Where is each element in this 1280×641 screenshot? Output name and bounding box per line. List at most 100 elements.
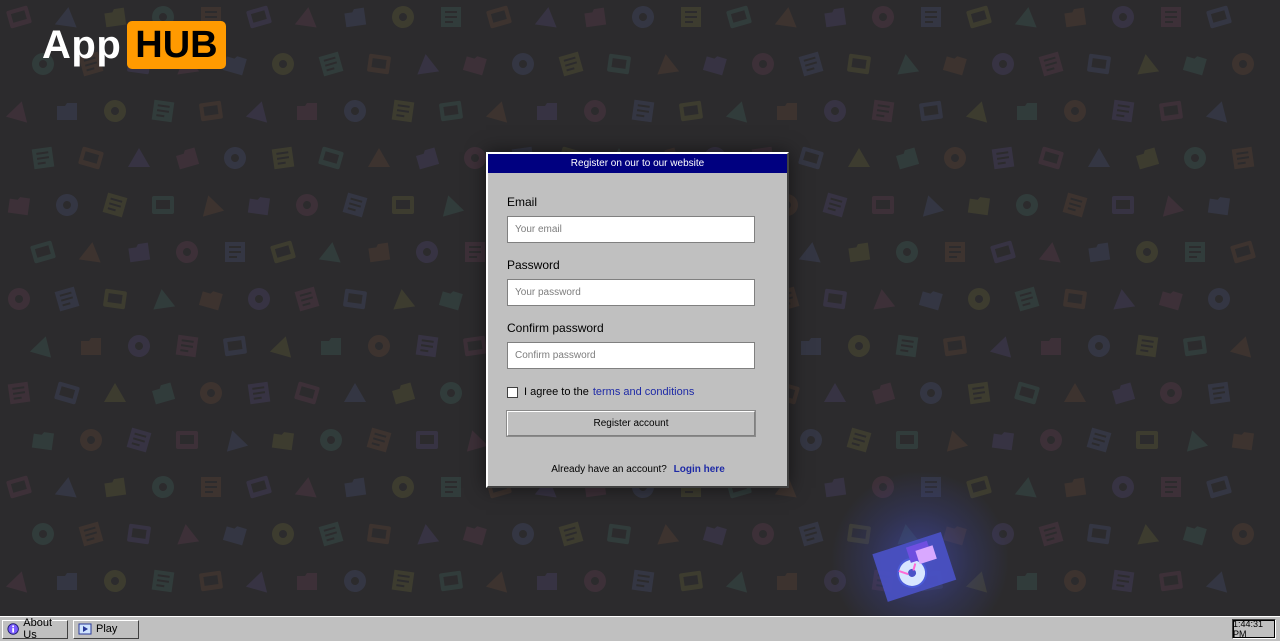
- login-link[interactable]: Login here: [674, 464, 725, 475]
- terms-checkbox[interactable]: [507, 386, 518, 398]
- background-tile-icon: [54, 477, 77, 498]
- background-tile-icon: [822, 192, 848, 218]
- background-tile-icon: [946, 430, 969, 452]
- register-account-button[interactable]: Register account: [507, 411, 755, 436]
- background-tile-icon: [392, 6, 414, 28]
- background-tile-icon: [967, 381, 991, 405]
- background-tile-icon: [318, 51, 344, 77]
- background-tile-icon: [128, 242, 151, 263]
- background-tile-icon: [222, 526, 247, 546]
- background-tile-icon: [1208, 288, 1230, 310]
- background-tile-icon: [78, 146, 104, 170]
- background-tile-icon: [848, 148, 870, 167]
- background-tile-icon: [1112, 196, 1134, 214]
- background-tile-icon: [1231, 146, 1255, 170]
- background-tile-icon: [919, 100, 943, 122]
- background-tile-icon: [871, 99, 895, 123]
- background-tile-icon: [7, 381, 31, 405]
- background-tile-icon: [1182, 526, 1207, 546]
- background-tile-icon: [1041, 338, 1061, 355]
- background-tile-icon: [1038, 521, 1064, 547]
- background-tile-icon: [872, 382, 896, 405]
- taskbar-play-button[interactable]: Play: [73, 619, 139, 639]
- background-tile-icon: [1229, 336, 1252, 358]
- register-dialog: Register on our to our website Email Pas…: [486, 152, 789, 488]
- background-tile-icon: [918, 291, 943, 311]
- password-input[interactable]: [507, 279, 755, 306]
- taskbar-about-us-button[interactable]: About Us: [2, 617, 68, 641]
- background-tile-icon: [269, 336, 292, 358]
- background-tile-icon: [485, 101, 508, 123]
- background-tile-icon: [462, 56, 487, 76]
- background-tile-icon: [702, 56, 727, 76]
- background-tile-icon: [584, 7, 607, 28]
- background-tile-icon: [343, 288, 367, 310]
- terms-prefix: I agree to the: [524, 386, 589, 398]
- background-tile-icon: [848, 335, 870, 357]
- background-tile-icon: [1040, 429, 1062, 451]
- background-tile-icon: [57, 573, 77, 590]
- background-tile-icon: [297, 573, 317, 590]
- background-tile-icon: [201, 477, 221, 497]
- background-tile-icon: [632, 6, 654, 28]
- background-tile-icon: [294, 286, 320, 312]
- background-tile-icon: [392, 382, 416, 405]
- background-tile-icon: [200, 382, 222, 404]
- background-tile-icon: [798, 242, 821, 263]
- background-tile-icon: [57, 103, 77, 120]
- background-tile-icon: [368, 242, 391, 263]
- background-tile-icon: [990, 240, 1016, 264]
- background-tile-icon: [272, 53, 294, 75]
- background-tile-icon: [991, 432, 1015, 451]
- background-tile-icon: [631, 569, 655, 593]
- background-tile-icon: [342, 192, 368, 218]
- background-tile-icon: [1017, 103, 1037, 120]
- background-tile-icon: [1158, 291, 1183, 311]
- background-tile-icon: [344, 383, 366, 402]
- background-tile-icon: [128, 148, 150, 167]
- background-tile-icon: [1136, 241, 1158, 263]
- background-tile-icon: [392, 196, 414, 214]
- background-tile-icon: [584, 570, 606, 592]
- background-tile-icon: [1112, 382, 1136, 405]
- background-tile-icon: [798, 521, 824, 547]
- background-tile-icon: [1111, 99, 1135, 123]
- background-tile-icon: [1162, 195, 1185, 217]
- background-tile-icon: [1183, 335, 1207, 357]
- background-tile-icon: [991, 146, 1015, 170]
- play-label: Play: [96, 623, 118, 635]
- background-tile-icon: [7, 197, 31, 216]
- background-tile-icon: [1135, 334, 1159, 358]
- background-tile-icon: [777, 573, 797, 590]
- background-tile-icon: [1064, 7, 1087, 28]
- terms-link[interactable]: terms and conditions: [593, 386, 695, 398]
- background-tile-icon: [966, 5, 992, 29]
- background-tile-icon: [175, 334, 199, 358]
- background-tile-icon: [897, 54, 920, 75]
- apphub-logo[interactable]: App HUB: [42, 21, 226, 69]
- background-tile-icon: [441, 477, 461, 497]
- background-tile-icon: [442, 195, 465, 217]
- background-tile-icon: [318, 242, 341, 263]
- background-tile-icon: [895, 334, 919, 358]
- background-tile-icon: [1087, 53, 1111, 75]
- background-tile-icon: [5, 571, 28, 593]
- background-tile-icon: [176, 147, 200, 170]
- confirm-password-input[interactable]: [507, 342, 755, 369]
- background-tile-icon: [152, 382, 176, 405]
- email-input[interactable]: [507, 216, 755, 243]
- background-tile-icon: [944, 147, 966, 169]
- background-tile-icon: [368, 335, 390, 357]
- background-tile-icon: [1231, 432, 1255, 451]
- background-tile-icon: [512, 53, 534, 75]
- background-tile-icon: [126, 427, 152, 453]
- background-tile-icon: [416, 147, 440, 170]
- background-tile-icon: [393, 289, 416, 310]
- background-tile-icon: [441, 7, 461, 27]
- background-tile-icon: [246, 5, 272, 29]
- background-tile-icon: [367, 53, 391, 75]
- background-tile-icon: [199, 100, 223, 122]
- background-tile-icon: [104, 477, 127, 498]
- background-tile-icon: [968, 288, 990, 310]
- background-tile-icon: [176, 241, 198, 263]
